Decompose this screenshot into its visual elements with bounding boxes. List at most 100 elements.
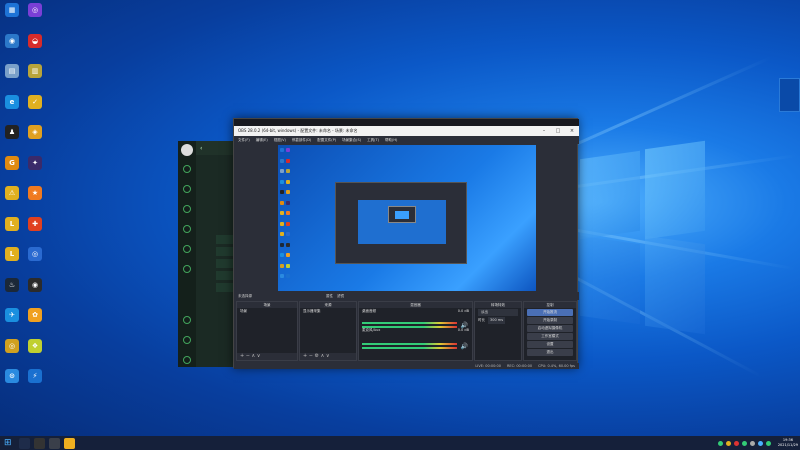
live-status: LIVE: 00:00:00	[475, 364, 501, 368]
properties-button[interactable]: 属性	[326, 294, 333, 299]
virtual-camera-button[interactable]: 启动虚拟摄像机	[527, 325, 573, 332]
nav-icon[interactable]	[183, 265, 191, 273]
tray-icon[interactable]	[741, 440, 747, 446]
desktop-icon[interactable]: ♟	[0, 125, 24, 154]
filters-button[interactable]: 滤镜	[337, 294, 344, 299]
desktop-icon[interactable]: ❖	[23, 338, 47, 368]
maximize-button[interactable]: □	[551, 126, 565, 136]
desktop-icon[interactable]: ⚠	[0, 186, 24, 215]
scenes-controls[interactable]: + − ∧ ∨	[237, 353, 297, 360]
preview-mini-icon	[286, 179, 290, 184]
obs-window[interactable]: OBS 28.0.2 (64-bit, windows) - 配置文件: 未命名…	[233, 118, 579, 369]
controls-dock: 控制 开始推流 开始录制 启动虚拟摄像机 工作室模式 设置 退出	[523, 301, 577, 361]
desktop-icon[interactable]: ◉	[23, 277, 47, 307]
desktop-icon[interactable]: L	[0, 216, 24, 246]
nav-icon[interactable]	[183, 205, 191, 213]
mixer-track-name: 麦克风/Aux	[362, 328, 381, 332]
nav-icon[interactable]	[183, 165, 191, 173]
settings-button[interactable]: 设置	[527, 341, 573, 348]
menu-view[interactable]: 视图(V)	[274, 138, 286, 143]
nav-icon[interactable]	[183, 185, 191, 193]
desktop-icon[interactable]: ✿	[23, 308, 47, 337]
desktop-icon[interactable]: ◎	[23, 247, 47, 276]
preview-mini-icon	[286, 221, 290, 226]
start-recording-button[interactable]: 开始录制	[527, 317, 573, 324]
desktop-icon[interactable]: ✓	[23, 94, 47, 124]
volume-meter	[362, 347, 457, 349]
desktop-icon[interactable]: ◈	[23, 125, 47, 154]
menu-help[interactable]: 帮助(H)	[385, 138, 397, 143]
tray-icon[interactable]	[757, 440, 763, 446]
obs-titlebar[interactable]: OBS 28.0.2 (64-bit, windows) - 配置文件: 未命名…	[234, 126, 579, 136]
menu-file[interactable]: 文件(F)	[238, 138, 250, 143]
desktop-icon[interactable]: ◉	[0, 33, 24, 63]
desktop-icon[interactable]: ◒	[23, 33, 47, 63]
desktop-icon[interactable]: ◎	[23, 3, 47, 32]
source-item[interactable]: 显示器采集	[300, 308, 356, 315]
desktop-icon-glyph: ★	[28, 186, 42, 200]
desktop-icon-glyph: ▦	[5, 3, 19, 17]
desktop-icon[interactable]: ▦	[0, 3, 24, 32]
app-logo	[181, 144, 193, 156]
menu-docks[interactable]: 停靠部件(D)	[292, 138, 311, 143]
nav-icon[interactable]	[183, 336, 191, 344]
desktop-icon-glyph: ⚠	[5, 186, 19, 200]
menu-edit[interactable]: 编辑(E)	[256, 138, 268, 143]
tray-icon[interactable]	[765, 440, 771, 446]
obs-taskbar-icon[interactable]	[34, 437, 45, 449]
clock[interactable]: 19:36 2021/11/29	[778, 438, 798, 448]
tray-icon[interactable]	[717, 440, 723, 446]
side-widget[interactable]	[779, 78, 800, 112]
start-streaming-button[interactable]: 开始推流	[527, 309, 573, 316]
desktop-icon[interactable]: ✦	[23, 155, 47, 185]
app-taskbar-icon[interactable]	[49, 437, 60, 449]
desktop-icon[interactable]: ✚	[23, 216, 47, 246]
background-app-window[interactable]: ‹	[178, 141, 238, 367]
duration-input[interactable]: 300 ms	[488, 317, 506, 324]
mixer-dock: 混音器 桌面音频 0.0 dB 🔊 麦克风/Aux 0.0 dB 🔊	[358, 301, 473, 361]
mute-icon[interactable]: 🔊	[461, 343, 468, 350]
desktop-icon[interactable]: ⚡	[23, 369, 47, 398]
desktop-icon-glyph: L	[5, 216, 19, 231]
transition-select[interactable]: 淡出	[478, 309, 518, 316]
tray-icon[interactable]	[725, 440, 731, 446]
no-source-label: 未选择源	[238, 293, 252, 298]
desktop-icon[interactable]: G	[0, 155, 24, 185]
desktop-icon[interactable]: ▤	[0, 64, 24, 93]
preview-mini-icon	[280, 148, 284, 152]
preview-mini-icon	[280, 232, 284, 236]
taskbar: ⊞ 19:36 2021/11/29	[0, 436, 800, 450]
desktop-icon[interactable]: ♨	[0, 277, 24, 307]
exit-button[interactable]: 退出	[527, 349, 573, 356]
nav-icon[interactable]	[183, 225, 191, 233]
tray-icon[interactable]	[733, 440, 739, 446]
menu-profile[interactable]: 配置文件(P)	[317, 138, 336, 143]
desktop-icon[interactable]: L	[0, 247, 24, 276]
desktop-icon[interactable]: ◎	[0, 338, 24, 368]
desktop-icon[interactable]: ✈	[0, 308, 24, 337]
scene-item[interactable]: 场景	[237, 308, 297, 315]
nav-icon[interactable]	[183, 356, 191, 364]
sources-controls[interactable]: + − ⚙ ∧ ∨	[300, 353, 356, 360]
desktop-icon[interactable]: ⊙	[0, 369, 24, 398]
preview-canvas[interactable]	[278, 145, 536, 291]
search-icon[interactable]	[19, 437, 30, 449]
desktop-icon[interactable]: ▥	[23, 64, 47, 93]
preview-mini-icon	[280, 211, 284, 215]
nav-icon[interactable]	[183, 245, 191, 253]
studio-mode-button[interactable]: 工作室模式	[527, 333, 573, 340]
desktop-icon[interactable]: e	[0, 94, 24, 124]
close-button[interactable]: ×	[565, 126, 579, 136]
desktop-icon-glyph: ⊙	[5, 369, 19, 383]
app-sidebar	[178, 141, 196, 367]
controls-title: 控制	[524, 302, 576, 308]
file-explorer-icon[interactable]	[64, 437, 75, 449]
tray-icon[interactable]	[749, 440, 755, 446]
minimize-button[interactable]: –	[537, 126, 551, 136]
windows-logo-pane	[580, 235, 640, 325]
desktop-icon[interactable]: ★	[23, 186, 47, 215]
menu-tools[interactable]: 工具(T)	[367, 138, 379, 143]
menu-scene-collection[interactable]: 场景集合(S)	[342, 138, 361, 143]
nav-icon[interactable]	[183, 316, 191, 324]
windows-start-icon[interactable]: ⊞	[4, 438, 15, 449]
